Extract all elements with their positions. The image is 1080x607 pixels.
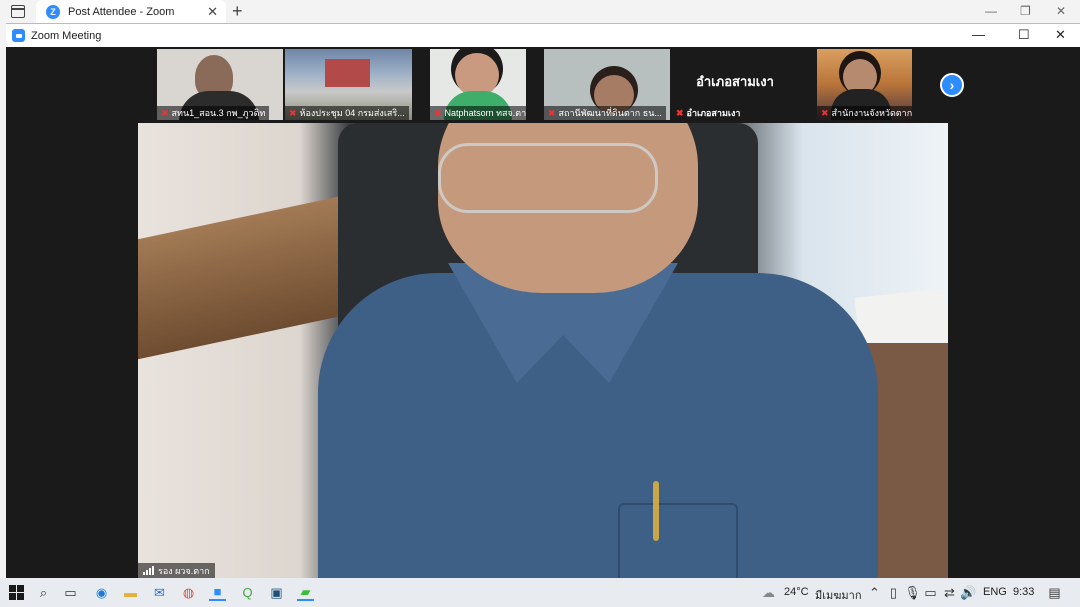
participant-label: ✖ สำนักงานจังหวัดตาก — [817, 106, 912, 120]
zoom-maximize-button[interactable]: ☐ — [1018, 27, 1030, 43]
task-view-icon[interactable]: ▭ — [62, 584, 79, 601]
windows-taskbar: ⌕ ▭ ◉ ▬ ✉ ◍ ■ Q ▣ ▰ ☁ 24°C มีเมฆมาก ⌃ ▯ … — [0, 578, 1080, 607]
video-pocket — [618, 503, 738, 578]
participant-thumbnail[interactable]: ✖ สทน1_สอน.3 กพ_ภูวดิท — [157, 49, 283, 120]
video-pen — [653, 481, 659, 541]
participant-label: ✖ สถานีพัฒนาที่ดินตาก ธน... — [544, 106, 666, 120]
mic-muted-icon: ✖ — [434, 107, 442, 118]
new-tab-button[interactable]: + — [232, 1, 243, 22]
chrome-icon[interactable]: ◍ — [180, 584, 197, 601]
zoom-taskbar-icon[interactable]: ■ — [209, 584, 226, 601]
zoom-meeting-area: ✖ สทน1_สอน.3 กพ_ภูวดิท ✖ ห้องประชุม 04 กรม… — [6, 47, 1080, 578]
participant-label: ✖ ห้องประชุม 04 กรมส่งเสริ... — [285, 106, 409, 120]
mic-muted-icon: ✖ — [676, 107, 684, 118]
mic-muted-icon: ✖ — [548, 107, 556, 118]
app-q-icon[interactable]: Q — [239, 584, 256, 601]
participant-label: ✖ Natphatsorn ทสจ.ตาก — [430, 106, 526, 120]
active-speaker-name: รอง ผวจ.ตาก — [158, 565, 210, 576]
edge-browser-icon[interactable]: ◉ — [93, 584, 110, 601]
video-wall — [138, 196, 338, 360]
participant-thumbnail[interactable]: ✖ สำนักงานจังหวัดตาก — [817, 49, 912, 120]
participant-name: สำนักงานจังหวัดตาก — [831, 108, 912, 118]
participant-name: สถานีพัฒนาที่ดินตาก ธน... — [558, 108, 662, 118]
input-language[interactable]: ENG — [983, 586, 1007, 598]
participant-label: ✖ อำเภอสามเงา — [672, 106, 744, 120]
weather-cloud-icon: ☁ — [762, 584, 775, 600]
windows-logo-icon — [9, 585, 24, 600]
active-speaker-video[interactable]: รอง ผวจ.ตาก — [138, 123, 948, 578]
participant-name: ห้องประชุม 04 กรมส่งเสริ... — [299, 108, 405, 118]
video-glasses — [438, 143, 658, 213]
active-speaker-label: รอง ผวจ.ตาก — [138, 563, 215, 578]
tab-close-icon[interactable]: ✕ — [207, 4, 218, 20]
participant-label: ✖ สทน1_สอน.3 กพ_ภูวดิท — [157, 106, 270, 120]
zoom-window-title: Zoom Meeting — [31, 29, 102, 42]
zoom-favicon-icon: Z — [46, 5, 60, 19]
start-button[interactable] — [8, 584, 25, 601]
mail-icon[interactable]: ✉ — [151, 584, 168, 601]
show-hidden-icons[interactable]: ⌃ — [866, 584, 883, 601]
tab-actions-icon[interactable] — [11, 5, 25, 18]
search-icon[interactable]: ⌕ — [35, 584, 52, 601]
participant-thumbnail[interactable]: อำเภอสามเงา ✖ อำเภอสามเงา — [672, 49, 798, 120]
app-window-icon[interactable]: ▣ — [268, 584, 285, 601]
camera-icon: ▯ — [889, 584, 898, 600]
weather-temp[interactable]: 24°C — [784, 586, 809, 598]
zoom-close-button[interactable]: ✕ — [1055, 27, 1066, 43]
tab-title: Post Attendee - Zoom — [68, 6, 175, 18]
volume-icon[interactable]: 🔊 — [960, 584, 977, 601]
signal-strength-icon — [143, 566, 154, 575]
participant-name: อำเภอสามเงา — [686, 108, 741, 118]
participant-thumbnail[interactable]: ✖ Natphatsorn ทสจ.ตาก — [430, 49, 526, 120]
zoom-minimize-button[interactable]: — — [972, 27, 985, 42]
line-app-icon[interactable]: ▰ — [297, 584, 314, 601]
participant-display-name: อำเภอสามเงา — [696, 74, 774, 89]
weather-description: มีเมฆมาก — [815, 590, 862, 602]
zoom-window-titlebar: Zoom Meeting — ☐ ✕ — [6, 23, 1080, 47]
participant-thumbnail[interactable]: ✖ ห้องประชุม 04 กรมส่งเสริ... — [285, 49, 412, 120]
mic-muted-icon: ✖ — [161, 107, 169, 118]
file-explorer-icon[interactable]: ▬ — [122, 584, 139, 601]
browser-tab[interactable]: Z Post Attendee - Zoom ✕ — [36, 0, 226, 24]
participant-thumbnail[interactable]: ✖ สถานีพัฒนาที่ดินตาก ธน... — [544, 49, 670, 120]
notifications-icon[interactable]: ▤ — [1046, 584, 1063, 601]
browser-restore-button[interactable]: ❐ — [1020, 4, 1031, 18]
next-page-button[interactable]: › — [940, 73, 964, 97]
browser-minimize-button[interactable]: — — [985, 4, 997, 18]
battery-icon[interactable]: ▭ — [922, 584, 939, 601]
browser-close-button[interactable]: ✕ — [1056, 4, 1066, 18]
participant-name: สทน1_สอน.3 กพ_ภูวดิท — [171, 108, 266, 118]
mic-muted-icon: ✖ — [289, 107, 297, 118]
network-icon[interactable]: ⇄ — [941, 584, 958, 601]
clock-time[interactable]: 9:33 — [1013, 586, 1034, 598]
participant-name: Natphatsorn ทสจ.ตาก — [444, 108, 526, 118]
browser-tab-bar: Z Post Attendee - Zoom ✕ + — ❐ ✕ — [0, 0, 1080, 24]
zoom-app-icon — [12, 29, 25, 42]
mic-muted-icon: ✖ — [821, 107, 829, 118]
microphone-icon: 🎙 — [904, 584, 921, 600]
